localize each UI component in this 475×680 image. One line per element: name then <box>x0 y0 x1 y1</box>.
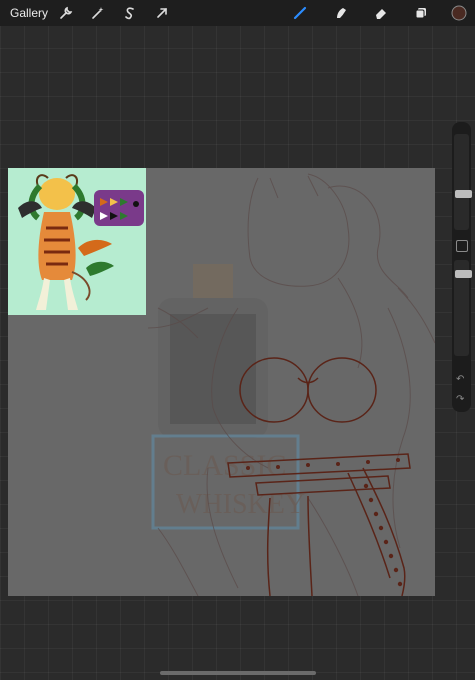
brush-size-thumb[interactable] <box>455 190 472 198</box>
selection-s-icon[interactable] <box>121 4 139 22</box>
redo-icon[interactable]: ↷ <box>456 394 464 405</box>
layers-icon[interactable] <box>412 4 430 22</box>
home-indicator <box>160 671 316 675</box>
adjustments-magic-wand-icon[interactable] <box>89 4 107 22</box>
top-toolbar: Gallery <box>0 0 475 26</box>
smudge-icon[interactable] <box>332 4 350 22</box>
eraser-icon[interactable] <box>372 4 390 22</box>
watermark-text-line1: CLASSIC <box>163 449 286 482</box>
opacity-thumb[interactable] <box>455 270 472 278</box>
right-sidebar: ↶ ↷ <box>452 122 472 412</box>
brush-size-slider[interactable] <box>454 134 472 230</box>
gallery-button[interactable]: Gallery <box>10 6 48 20</box>
actions-wrench-icon[interactable] <box>57 4 75 22</box>
brush-icon[interactable] <box>291 4 309 22</box>
reference-image[interactable] <box>8 168 146 315</box>
reference-character-art <box>18 174 144 310</box>
color-swatch[interactable] <box>450 4 468 22</box>
modify-square-icon[interactable] <box>456 240 468 252</box>
transform-arrow-icon[interactable] <box>153 4 171 22</box>
undo-icon[interactable]: ↶ <box>456 374 464 385</box>
opacity-slider[interactable] <box>454 260 472 356</box>
